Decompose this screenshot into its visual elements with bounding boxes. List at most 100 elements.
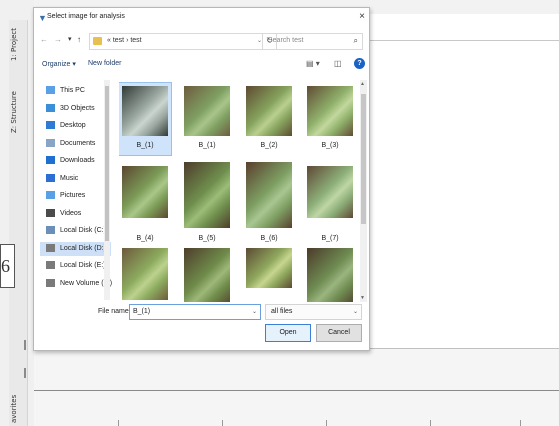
dialog-titlebar: ▼ Select image for analysis ×	[34, 8, 369, 30]
ruler-tick	[326, 420, 327, 426]
file-name-value: B_(1)	[133, 308, 151, 315]
leaf-image	[246, 86, 292, 136]
chevron-down-icon[interactable]: ⌄	[252, 308, 257, 315]
nav-item-label: Desktop	[60, 122, 86, 129]
file-thumbnail[interactable]	[122, 248, 168, 302]
file-name-input[interactable]: B_(1) ⌄	[129, 304, 261, 320]
file-thumbnail[interactable]	[307, 248, 353, 302]
bottom-panel	[34, 348, 559, 426]
ruler-tick	[222, 420, 223, 426]
music-icon	[46, 173, 55, 182]
picture-icon	[46, 191, 55, 199]
navigation-scrollbar[interactable]	[104, 80, 110, 300]
nav-item-label: Documents	[60, 139, 96, 147]
file-thumbnail[interactable]: B_(1)	[184, 86, 230, 156]
video-icon	[46, 208, 55, 217]
leaf-image	[184, 162, 230, 228]
leaf-image	[246, 248, 292, 288]
nav-item-label: 3D Objects	[60, 104, 95, 112]
search-placeholder: Search test	[268, 37, 304, 44]
chevron-down-icon[interactable]: ⌄	[353, 308, 358, 315]
dialog-toolbar: Organize ▾ New folder ▤ ▾ ◫ ?	[34, 56, 369, 74]
leaf-image	[122, 248, 168, 300]
gutter-mark	[24, 368, 26, 378]
tool-window-bar	[9, 20, 28, 426]
file-name-caption: B_(7)	[321, 235, 339, 242]
nav-item[interactable]: Local Disk (D:)	[40, 241, 111, 256]
disk-icon	[46, 261, 55, 269]
leaf-image	[184, 86, 230, 136]
file-grid-scroll-thumb[interactable]	[361, 94, 366, 224]
nav-item-label: Videos	[60, 209, 82, 217]
leaf-image	[307, 166, 353, 218]
editor-top-divider	[368, 40, 559, 41]
disk-icon	[46, 278, 55, 287]
file-name-caption: B_(4)	[136, 235, 154, 242]
file-thumbnail[interactable]	[184, 248, 230, 302]
file-type-select[interactable]: all files ⌄	[265, 304, 362, 320]
file-grid-scrollbar[interactable]: ▲ ▼	[360, 80, 367, 302]
close-icon[interactable]: ×	[359, 11, 365, 22]
file-open-dialog: ▼ Select image for analysis × ← → ▾ ↑ « …	[33, 7, 370, 351]
file-thumbnail[interactable]: B_(6)	[246, 162, 292, 242]
file-thumbnail[interactable]: B_(1)	[119, 82, 172, 156]
preview-pane-icon[interactable]: ◫	[334, 59, 342, 68]
file-grid: B_(1) B_(1) B_(2) B_(3) B_(4) B_(5) B_(6) B_(7)	[119, 80, 359, 302]
navigation-scroll-thumb[interactable]	[105, 86, 109, 241]
leaf-image	[246, 162, 292, 228]
file-thumbnail[interactable]: B_(7)	[307, 166, 353, 242]
leaf-image	[307, 248, 353, 302]
up-icon[interactable]: ↑	[77, 35, 81, 44]
gutter-mark	[24, 340, 26, 350]
nav-item-label: Pictures	[60, 192, 86, 199]
file-name-caption: B_(1)	[136, 142, 154, 149]
nav-item-label: Local Disk (C:)	[60, 227, 106, 234]
new-folder-button[interactable]: New folder	[88, 60, 121, 67]
dialog-app-icon: ▼	[38, 13, 47, 23]
view-options-icon[interactable]: ▤ ▾	[306, 59, 320, 68]
favorites-tab[interactable]: avorites	[10, 392, 26, 426]
download-icon	[46, 156, 55, 164]
open-button[interactable]: Open	[265, 324, 311, 342]
structure-tab[interactable]: Z: Structure	[10, 86, 26, 138]
ruler-tick	[118, 420, 119, 426]
file-thumbnail[interactable]: B_(4)	[122, 166, 168, 242]
search-box[interactable]: Search test ⌕	[262, 33, 363, 50]
address-bar[interactable]: « test › test ⌄ ↻	[89, 33, 277, 50]
address-path: « test › test	[107, 37, 142, 44]
organize-menu[interactable]: Organize ▾	[42, 60, 76, 68]
navigation-row: ← → ▾ ↑ « test › test ⌄ ↻ Search test ⌕	[34, 32, 369, 50]
scroll-down-icon[interactable]: ▼	[360, 295, 365, 301]
file-thumbnail[interactable]: B_(3)	[307, 86, 353, 156]
leaf-image	[122, 86, 168, 136]
ruler-tick	[430, 420, 431, 426]
file-name-caption: B_(5)	[198, 235, 216, 242]
file-name-caption: B_(2)	[260, 142, 278, 149]
help-icon[interactable]: ?	[354, 58, 365, 69]
forward-icon[interactable]: →	[54, 35, 62, 44]
bottom-panel-divider	[34, 390, 559, 391]
file-thumbnail[interactable]	[246, 248, 292, 302]
folder-icon	[93, 37, 102, 45]
disk-icon	[46, 226, 55, 234]
scroll-up-icon[interactable]: ▲	[360, 81, 365, 87]
cube-icon	[46, 103, 55, 112]
search-icon[interactable]: ⌕	[354, 36, 358, 46]
nav-item-label: This PC	[60, 87, 85, 94]
nav-item-label: Local Disk (D:)	[60, 244, 106, 252]
navigation-pane: This PC 3D Objects Desktop Documents Downloa…	[40, 80, 113, 300]
file-name-label: File name:	[98, 308, 131, 315]
computer-icon	[46, 86, 55, 94]
desktop-icon	[46, 121, 55, 129]
leaf-image	[122, 166, 168, 218]
file-thumbnail[interactable]: B_(2)	[246, 86, 292, 156]
project-tab[interactable]: 1: Project	[10, 22, 26, 68]
file-thumbnail[interactable]: B_(5)	[184, 162, 230, 242]
recent-dropdown-icon[interactable]: ▾	[68, 35, 72, 43]
cancel-button[interactable]: Cancel	[316, 324, 362, 342]
document-icon	[46, 138, 55, 147]
ruler-tick	[520, 420, 521, 426]
back-icon[interactable]: ←	[40, 35, 48, 44]
leaf-image	[307, 86, 353, 136]
leaf-image	[184, 248, 230, 302]
